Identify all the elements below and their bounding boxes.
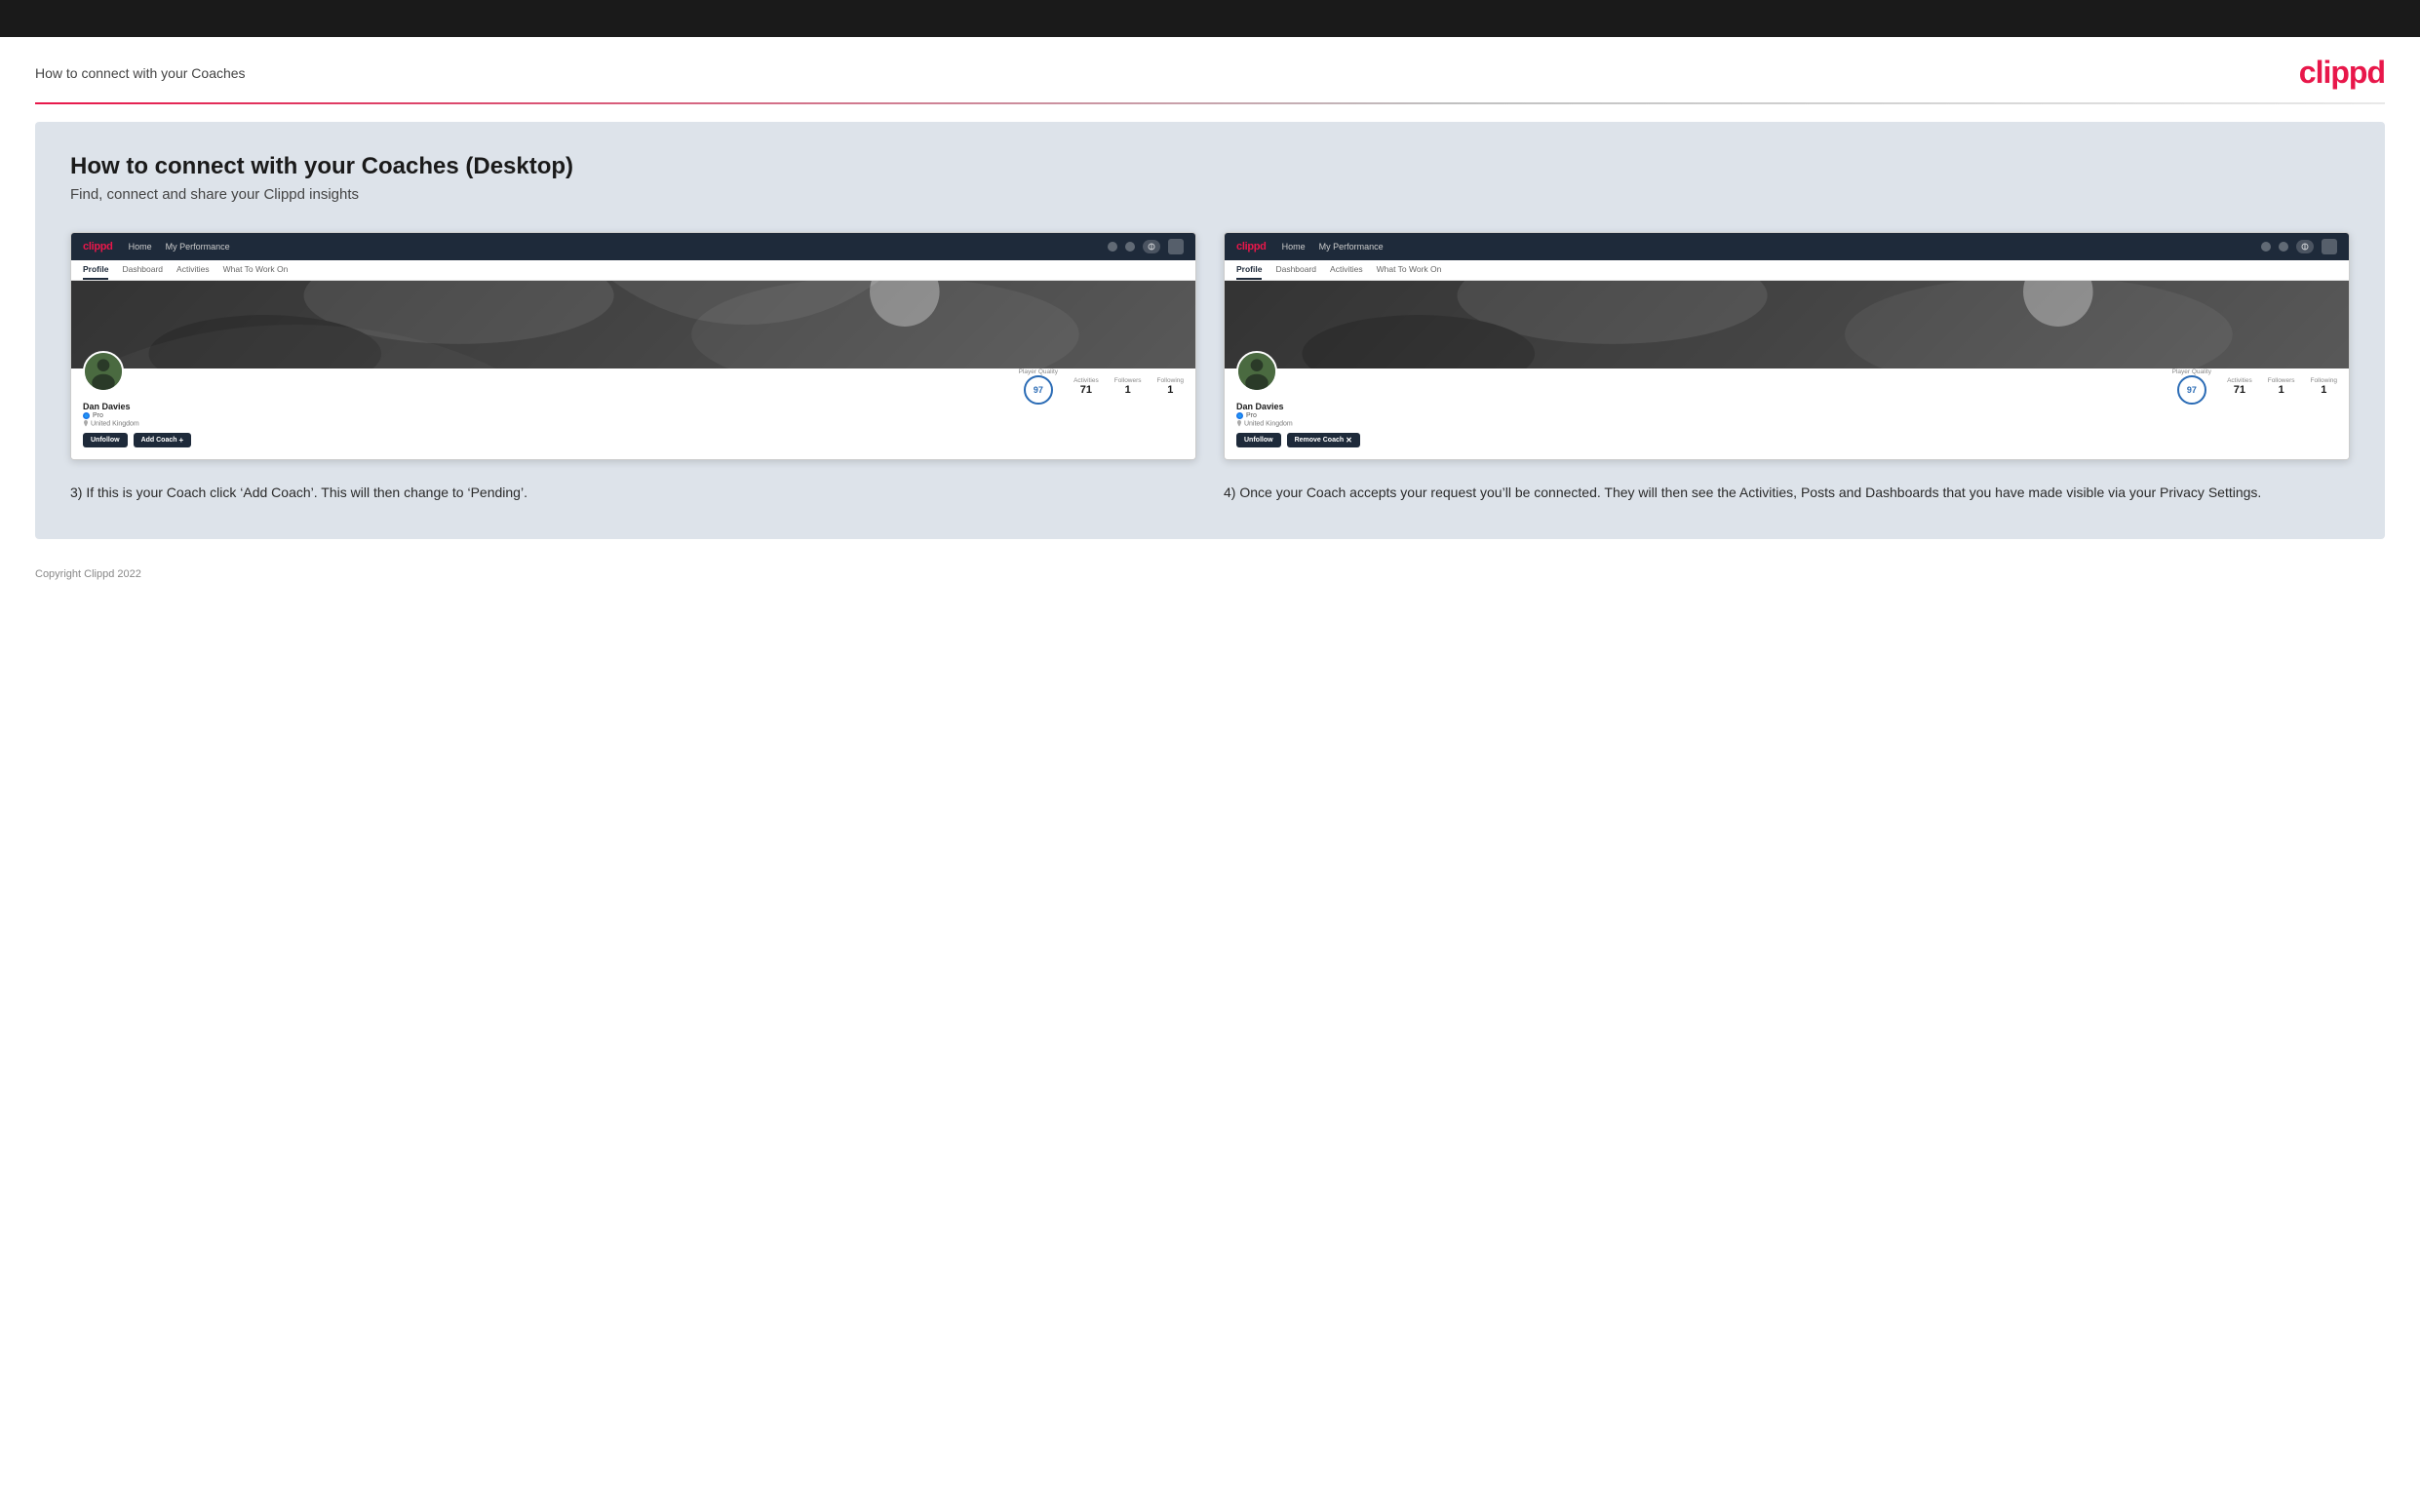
mock-stat-activities-1: Activities 71 xyxy=(1073,377,1099,396)
mock-stat-quality-2: Player Quality 97 xyxy=(2172,368,2211,405)
step3-description: 3) If this is your Coach click ‘Add Coac… xyxy=(70,482,1196,503)
mock-search-icon-1 xyxy=(1108,242,1117,252)
screenshot-mockup-2: clippd Home My Performance xyxy=(1224,232,2350,460)
mock-navbar-2: clippd Home My Performance xyxy=(1225,233,2349,260)
copyright-text: Copyright Clippd 2022 xyxy=(35,568,141,580)
header-title: How to connect with your Coaches xyxy=(35,65,246,81)
mock-nav-icons-2 xyxy=(2261,239,2337,254)
mock-unfollow-btn-1[interactable]: Unfollow xyxy=(83,433,128,447)
mock-tab-activities-1: Activities xyxy=(176,264,210,280)
mock-removecoach-btn[interactable]: Remove Coach ✕ xyxy=(1287,433,1360,447)
mock-addcoach-btn-1[interactable]: Add Coach + xyxy=(134,433,192,447)
mock-user-icon-1 xyxy=(1125,242,1135,252)
mock-nav-home-1: Home xyxy=(129,242,152,252)
mock-banner-1 xyxy=(71,281,1195,368)
mock-badge-icon-1 xyxy=(83,412,90,419)
main-subtitle: Find, connect and share your Clippd insi… xyxy=(70,186,2350,203)
mock-profile-stats-2: Player Quality 97 Activities 71 Follower xyxy=(1360,368,2337,405)
mock-avatar-icon-2 xyxy=(2322,239,2337,254)
screenshot-mockup-1: clippd Home My Performance xyxy=(70,232,1196,460)
mock-nav-links-1: Home My Performance xyxy=(129,242,1092,252)
mock-tab-dashboard-1: Dashboard xyxy=(122,264,163,280)
mock-stat-following-1: Following 1 xyxy=(1157,377,1184,396)
mock-profile-stats-1: Player Quality 97 Activities 71 Follower xyxy=(191,368,1184,405)
mock-badge-text-2: Pro xyxy=(1246,412,1257,419)
mock-user-location-2: United Kingdom xyxy=(1236,420,1360,427)
mock-location-text-2: United Kingdom xyxy=(1244,420,1293,427)
mock-settings-icon-2 xyxy=(2296,240,2314,253)
mock-quality-circle-2: 97 xyxy=(2177,375,2206,405)
mock-stat-followers-1: Followers 1 xyxy=(1114,377,1142,396)
mock-badge-text-1: Pro xyxy=(93,412,103,419)
mock-profile-section-1: Dan Davies Pro United Kingdom xyxy=(71,368,1195,459)
mock-badge-icon-2 xyxy=(1236,412,1243,419)
mock-buttons-1: Unfollow Add Coach + xyxy=(83,433,191,447)
mock-avatar-icon-1 xyxy=(1168,239,1184,254)
mock-avatar-2 xyxy=(1236,351,1277,392)
mock-user-location-1: United Kingdom xyxy=(83,420,191,427)
mock-profile-section-2: Dan Davies Pro United Kingdom xyxy=(1225,368,2349,459)
mock-user-icon-2 xyxy=(2279,242,2288,252)
mock-logo-2: clippd xyxy=(1236,241,1267,252)
screen-col-right: clippd Home My Performance xyxy=(1224,232,2350,504)
mock-stat-following-2: Following 1 xyxy=(2311,377,2337,396)
mock-banner-2 xyxy=(1225,281,2349,368)
mock-logo-1: clippd xyxy=(83,241,113,252)
mock-user-name-2: Dan Davies xyxy=(1236,402,1360,411)
mock-tab-whattoworkon-1: What To Work On xyxy=(223,264,289,280)
mock-buttons-2: Unfollow Remove Coach ✕ xyxy=(1236,433,1360,447)
mock-user-badge-2: Pro xyxy=(1236,412,1360,419)
page-footer: Copyright Clippd 2022 xyxy=(0,557,2420,592)
mock-nav-performance-2: My Performance xyxy=(1319,242,1384,252)
screen-col-left: clippd Home My Performance xyxy=(70,232,1196,504)
mock-tab-profile-2: Profile xyxy=(1236,264,1262,280)
page-header: How to connect with your Coaches clippd xyxy=(0,37,2420,102)
mock-tab-profile-1: Profile xyxy=(83,264,108,280)
main-title: How to connect with your Coaches (Deskto… xyxy=(70,153,2350,180)
mock-tabs-2: Profile Dashboard Activities What To Wor… xyxy=(1225,260,2349,281)
mock-nav-performance-1: My Performance xyxy=(166,242,230,252)
mock-location-text-1: United Kingdom xyxy=(91,420,139,427)
main-content: How to connect with your Coaches (Deskto… xyxy=(35,122,2385,539)
mock-avatar-1 xyxy=(83,351,124,392)
mock-user-badge-1: Pro xyxy=(83,412,191,419)
header-divider xyxy=(35,102,2385,104)
mock-tab-activities-2: Activities xyxy=(1330,264,1363,280)
mock-navbar-1: clippd Home My Performance xyxy=(71,233,1195,260)
screens-row: clippd Home My Performance xyxy=(70,232,2350,504)
step4-description: 4) Once your Coach accepts your request … xyxy=(1224,482,2350,503)
mock-stat-activities-2: Activities 71 xyxy=(2227,377,2252,396)
mock-search-icon-2 xyxy=(2261,242,2271,252)
top-bar xyxy=(0,0,2420,37)
mock-nav-links-2: Home My Performance xyxy=(1282,242,2245,252)
clippd-logo: clippd xyxy=(2299,55,2385,91)
mock-tab-whattoworkon-2: What To Work On xyxy=(1377,264,1442,280)
mock-tab-dashboard-2: Dashboard xyxy=(1275,264,1316,280)
mock-tabs-1: Profile Dashboard Activities What To Wor… xyxy=(71,260,1195,281)
mock-nav-icons-1 xyxy=(1108,239,1184,254)
mock-unfollow-btn-2[interactable]: Unfollow xyxy=(1236,433,1281,447)
mock-stat-followers-2: Followers 1 xyxy=(2268,377,2295,396)
mock-nav-home-2: Home xyxy=(1282,242,1306,252)
mock-quality-circle-1: 97 xyxy=(1024,375,1053,405)
mock-user-name-1: Dan Davies xyxy=(83,402,191,411)
mock-stat-quality-1: Player Quality 97 xyxy=(1019,368,1058,405)
mock-settings-icon-1 xyxy=(1143,240,1160,253)
